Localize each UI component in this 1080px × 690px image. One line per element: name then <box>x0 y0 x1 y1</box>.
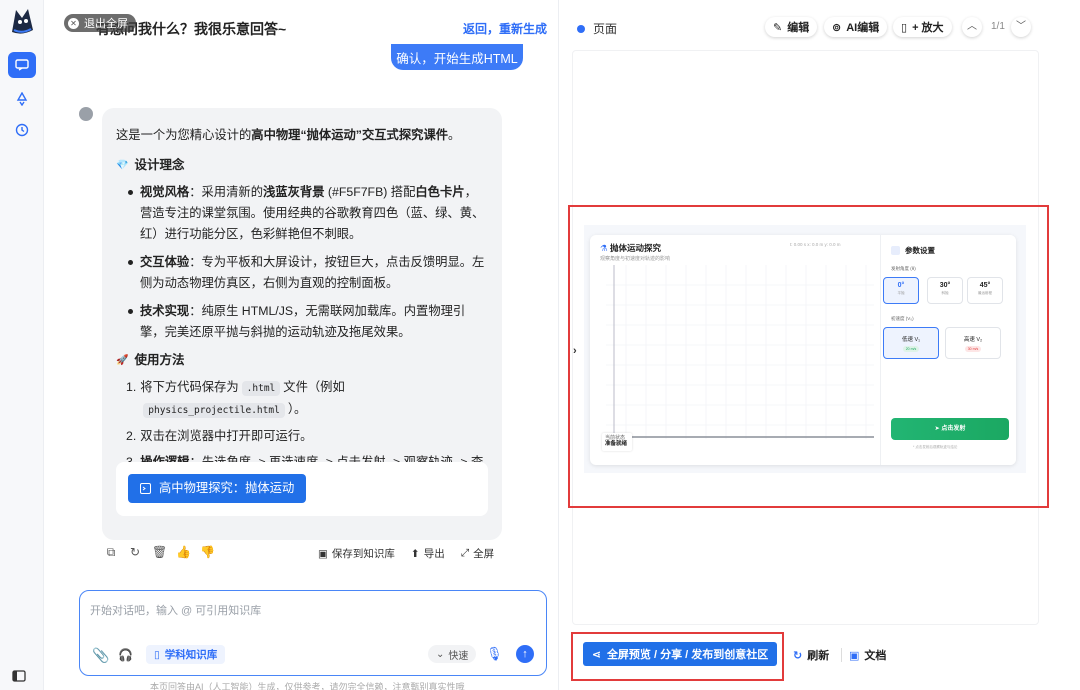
chat-nav-icon[interactable] <box>8 52 36 78</box>
app-logo-icon[interactable] <box>8 6 36 36</box>
answer-intro: 这是一个为您精心设计的高中物理“抛体运动”交互式探究课件。 <box>116 125 488 146</box>
divider <box>841 648 842 662</box>
inline-code: .html <box>241 381 281 396</box>
fire-button[interactable]: ➤ 点击发射 <box>891 418 1009 440</box>
copy-icon[interactable]: ⧉ <box>104 545 118 559</box>
design-heading-text: 设计理念 <box>134 158 185 172</box>
angle-option[interactable]: 0° 平抛 <box>883 277 919 304</box>
artifact-card: 高中物理探究：抛体运动 <box>116 462 488 516</box>
exit-fullscreen-button[interactable]: ✕ 退出全屏 <box>64 14 136 32</box>
open-artifact-button[interactable]: 高中物理探究：抛体运动 <box>128 474 307 503</box>
book-icon: ▯ <box>154 648 160 661</box>
knowledge-base-chip[interactable]: ▯ 学科知识库 <box>146 645 226 664</box>
retry-icon[interactable]: ↻ <box>128 545 142 559</box>
edit-button[interactable]: ✎ 编辑 <box>765 17 818 37</box>
page-count: 1/1 <box>991 21 1005 32</box>
message-actions-right: ▣ 保存到知识库 ⬆ 导出 ⤢ 全屏 <box>318 546 494 561</box>
usage-heading: 🚀 使用方法 <box>116 350 488 371</box>
intro-bold: 高中物理“抛体运动”交互式探究课件 <box>251 128 449 142</box>
intro-end: 。 <box>448 128 461 142</box>
flask-icon: ⚗ <box>600 243 608 253</box>
briefcase-icon: ▣ <box>849 649 860 662</box>
regenerate-link[interactable]: 返回，重新生成 <box>463 20 547 37</box>
speed-label: 初速度 (V₀) <box>891 316 914 321</box>
design-heading: 💎 设计理念 <box>116 155 488 176</box>
preview-panel-title: 页面 <box>577 20 617 37</box>
fire-hint: * 点击发射后观察轨迹与结论 <box>913 445 958 449</box>
chat-input[interactable]: 开始对话吧，输入 @ 可引用知识库 <box>90 602 261 618</box>
intro-text: 这是一个为您精心设计的 <box>116 128 252 142</box>
simulation-grid <box>606 265 874 439</box>
send-button[interactable]: ↑ <box>516 645 534 663</box>
speed-option[interactable]: 高速 V₂ 30 m/s <box>945 327 1001 359</box>
angle-option[interactable]: 45° 最远射程 <box>967 277 1003 304</box>
disclaimer: 本页回答由AI（人工智能）生成，仅供参考，请勿完全信赖，注意甄别真实性哦 <box>150 682 465 690</box>
status-dot <box>577 24 585 33</box>
list-item: 交互体验：专为平板和大屏设计，按钮巨大，点击反馈明显。左侧为动态物理仿真区，右侧… <box>126 252 488 294</box>
delete-icon[interactable]: 🗑 <box>152 545 167 559</box>
bot-avatar <box>79 107 93 121</box>
panel-title: 参数设置 <box>891 245 935 256</box>
user-message: 确认，开始生成HTML <box>391 44 523 70</box>
panel-divider <box>558 0 559 690</box>
assistant-answer: 这是一个为您精心设计的高中物理“抛体运动”交互式探究课件。 💎 设计理念 视觉风格… <box>102 108 502 540</box>
app-title: ⚗ 抛体运动探究 <box>600 243 662 253</box>
inline-code: physics_projectile.html <box>143 403 285 418</box>
list-item: 技术实现：纯原生 HTML/JS，无需联网加载库。内置物理引擎，完美还原平抛与斜… <box>126 301 488 343</box>
chat-input-box[interactable]: 开始对话吧，输入 @ 可引用知识库 📎 🎧 ▯ 学科知识库 ⌄ 快速 🎙 ↑ <box>79 590 547 676</box>
rocket-nav-icon[interactable] <box>8 86 36 112</box>
chevron-down-icon[interactable]: ﹀ <box>1011 17 1031 37</box>
angle-option[interactable]: 30° 斜抛 <box>927 277 963 304</box>
app-card: ⚗ 抛体运动探究 观察角度与初速度对轨迹的影响 t: 0.00 s x: 0.0… <box>590 235 1016 465</box>
list-item: 2. 双击在浏览器中打开即可运行。 <box>126 429 313 443</box>
thumbs-down-icon[interactable]: 👎 <box>200 545 215 559</box>
chevron-up-icon[interactable]: ︿ <box>962 17 982 37</box>
app-subtitle: 观察角度与初速度对轨迹的影响 <box>600 256 671 262</box>
history-nav-icon[interactable] <box>8 117 36 143</box>
message-actions: ⧉ ↻ 🗑 👍 👎 <box>104 545 215 559</box>
tablet-icon: ▯ <box>901 21 908 34</box>
speed-option[interactable]: 低速 V₁ 20 m/s <box>883 327 939 359</box>
usage-heading-text: 使用方法 <box>134 353 185 367</box>
share-icon: ⋖ <box>591 648 601 661</box>
attach-icon[interactable]: 📎 <box>92 647 109 664</box>
thumbs-up-icon[interactable]: 👍 <box>176 545 191 559</box>
speed-select[interactable]: ⌄ 快速 <box>428 645 477 663</box>
export-icon: ⬆ <box>410 547 420 560</box>
close-icon: ✕ <box>68 17 79 29</box>
list-item: 1. 将下方代码保存为 .html 文件（例如physics_projectile.h… <box>126 380 345 418</box>
refresh-button[interactable]: ↻ 刷新 <box>793 647 829 663</box>
refresh-icon: ↻ <box>793 649 803 662</box>
headset-icon[interactable]: 🎧 <box>118 648 133 662</box>
expand-icon: ⤢ <box>460 547 470 559</box>
microphone-icon[interactable]: 🎙 <box>486 646 503 662</box>
terminal-icon <box>140 483 151 494</box>
chevron-down-icon: ⌄ <box>436 648 445 660</box>
exit-fullscreen-label: 退出全屏 <box>84 18 128 30</box>
ai-icon: ⊚ <box>832 21 842 34</box>
rocket-icon: 🚀 <box>116 355 129 366</box>
pencil-icon: ✎ <box>773 21 783 34</box>
list-item: 视觉风格：采用清新的浅蓝灰背景 (#F5F7FB) 搭配白色卡片，营造专注的课堂… <box>126 182 488 245</box>
artifact-label: 高中物理探究：抛体运动 <box>159 481 295 495</box>
left-rail <box>0 0 44 690</box>
app-preview[interactable]: ⚗ 抛体运动探究 观察角度与初速度对轨迹的影响 t: 0.00 s x: 0.0… <box>584 225 1026 473</box>
fullscreen-button[interactable]: ⤢ 全屏 <box>461 546 494 561</box>
control-panel: 参数设置 发射角度 (θ) 0° 平抛 30° 斜抛 45° 最远射程 初速度 (V₀… <box>880 235 1016 465</box>
angle-label: 发射角度 (θ) <box>891 266 916 271</box>
docs-button[interactable]: ▣ 文档 <box>849 647 886 663</box>
sidebar-toggle-icon[interactable] <box>12 670 26 682</box>
share-publish-button[interactable]: ⋖ 全屏预览 / 分享 / 发布到创意社区 <box>583 642 777 666</box>
app-readout: t: 0.00 s x: 0.0 m y: 0.0 m <box>790 242 841 247</box>
design-list: 视觉风格：采用清新的浅蓝灰背景 (#F5F7FB) 搭配白色卡片，营造专注的课堂… <box>116 182 488 343</box>
save-icon: ▣ <box>318 547 328 560</box>
ai-edit-button[interactable]: ⊚ AI编辑 <box>824 17 888 37</box>
settings-icon <box>891 246 900 255</box>
send-icon: ➤ <box>934 426 940 432</box>
gem-icon: 💎 <box>116 160 129 171</box>
save-to-kb-button[interactable]: ▣ 保存到知识库 <box>318 546 395 561</box>
status-box: 当前状态 准备就绪 <box>602 433 632 451</box>
zoom-button[interactable]: ▯ + 放大 <box>893 17 952 37</box>
export-button[interactable]: ⬆ 导出 <box>411 546 445 561</box>
